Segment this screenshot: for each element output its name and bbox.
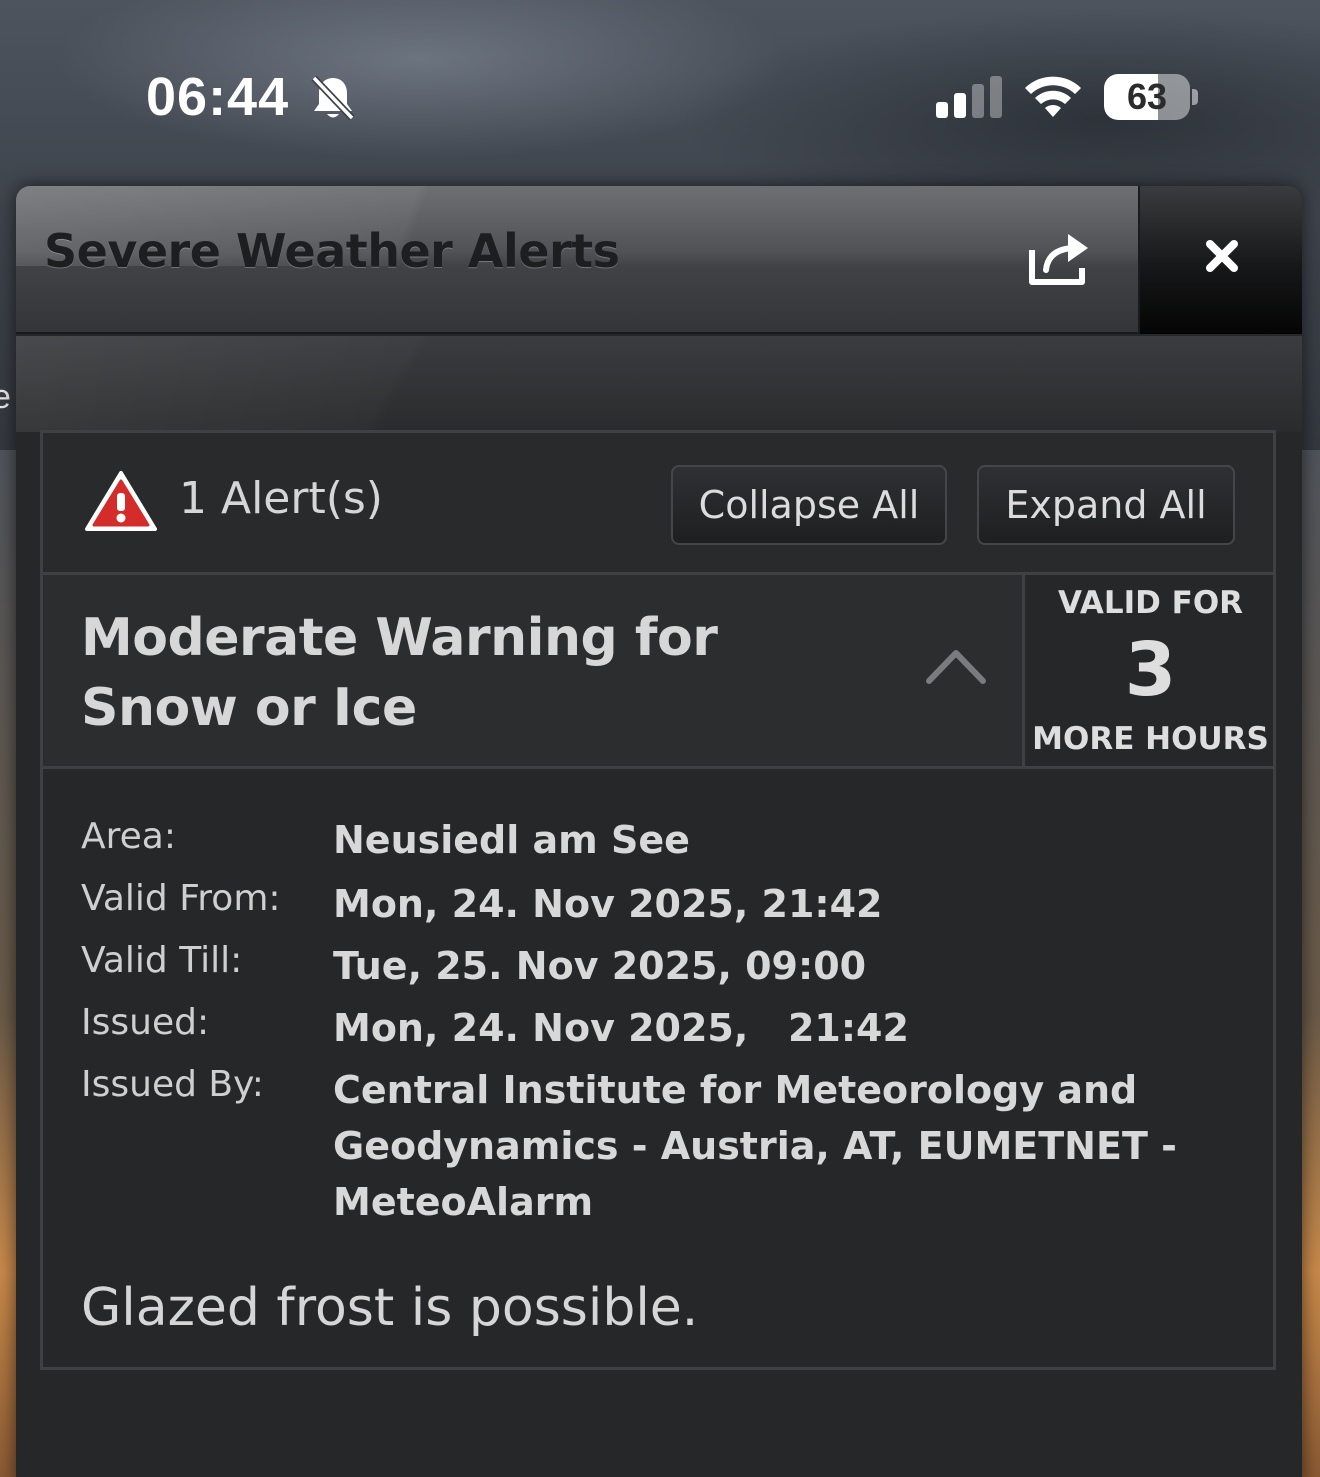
valid-till-value: Tue, 25. Nov 2025, 09:00 (333, 944, 867, 988)
alert-description: Glazed frost is possible. (81, 1278, 699, 1338)
panel-header: Severe Weather Alerts (16, 186, 1138, 334)
bell-off-icon (311, 75, 355, 121)
issued-value: Mon, 24. Nov 2025, 21:42 (333, 1006, 909, 1050)
battery-level-label: 63 (1126, 76, 1168, 117)
alert-details: Area: Neusiedl am See Valid From: Mon, 2… (43, 772, 1273, 1367)
valid-from-label: Valid From: (81, 878, 281, 919)
alert-title: Moderate Warning for Snow or Ice (81, 608, 718, 738)
valid-for-top-label: VALID FOR (1057, 585, 1244, 621)
subheader-sheen (16, 336, 1302, 432)
share-button[interactable] (1024, 228, 1094, 288)
issued-label: Issued: (81, 1002, 210, 1043)
close-icon (1206, 240, 1238, 272)
valid-from-value: Mon, 24. Nov 2025, 21:42 (333, 882, 883, 926)
alerts-panel: Severe Weather Alerts 1 Alert(s) Collaps… (16, 186, 1302, 1477)
issued-by-value: Central Institute for Meteorology and Ge… (333, 1068, 1177, 1224)
alerts-list: 1 Alert(s) Collapse All Expand All Moder… (40, 430, 1276, 1370)
alert-title-cell[interactable]: Moderate Warning for Snow or Ice (43, 575, 1025, 766)
battery-nub (1192, 89, 1198, 105)
page-title: Severe Weather Alerts (44, 224, 620, 278)
valid-till-label: Valid Till: (81, 940, 243, 981)
alerts-toolbar: 1 Alert(s) Collapse All Expand All (43, 433, 1273, 575)
issued-by-label: Issued By: (81, 1064, 264, 1105)
background-right-edge (1300, 450, 1320, 1477)
valid-for-hours: 3 (1124, 627, 1177, 713)
valid-for-badge: VALID FOR 3 MORE HOURS (1028, 575, 1273, 766)
signal-icon (936, 76, 1002, 118)
chevron-up-icon[interactable] (923, 643, 989, 687)
background-edge-text: e (0, 378, 11, 416)
alert-count: 1 Alert(s) (179, 473, 383, 524)
area-label: Area: (81, 816, 176, 857)
battery-icon: 63 (1104, 74, 1190, 120)
collapse-all-button[interactable]: Collapse All (671, 465, 947, 545)
close-button[interactable] (1138, 186, 1302, 334)
wifi-icon (1025, 76, 1081, 117)
expand-all-button[interactable]: Expand All (977, 465, 1235, 545)
area-value: Neusiedl am See (333, 818, 690, 862)
warning-triangle-icon (85, 471, 157, 531)
status-time: 06:44 (146, 67, 290, 127)
valid-for-bottom-label: MORE HOURS (1032, 721, 1269, 757)
alert-header-row[interactable]: Moderate Warning for Snow or Ice VALID F… (43, 575, 1273, 769)
